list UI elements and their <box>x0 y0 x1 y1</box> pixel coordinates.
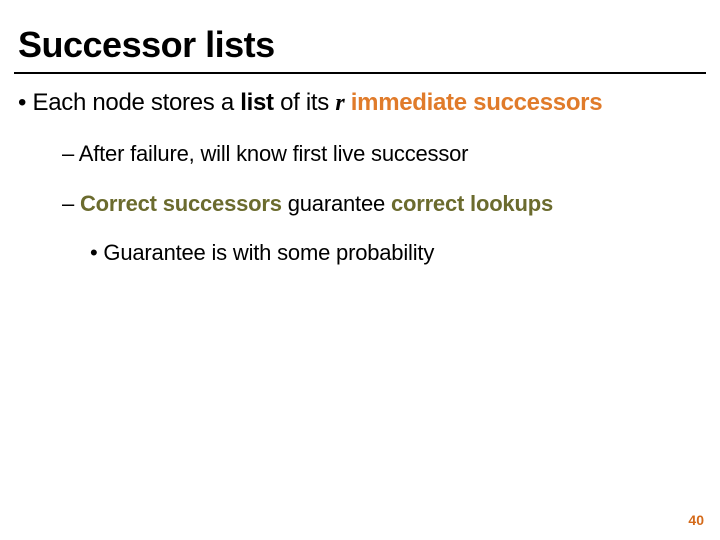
bullet-level1: Each node stores a list of its r immedia… <box>18 88 702 118</box>
sublist: After failure, will know first live succ… <box>62 140 702 217</box>
text: Each node stores a <box>32 89 240 116</box>
slide: Successor lists Each node stores a list … <box>0 0 720 540</box>
page-number: 40 <box>688 512 704 528</box>
text-bold: list <box>240 89 273 116</box>
slide-title: Successor lists <box>18 24 275 66</box>
text: of its <box>274 89 336 116</box>
text-bold-olive: Correct successors <box>80 191 282 216</box>
title-underline <box>14 72 706 74</box>
bullet-level3: Guarantee is with some probability <box>90 239 702 267</box>
text: guarantee <box>282 191 391 216</box>
slide-body: Each node stores a list of its r immedia… <box>18 88 702 289</box>
bullet-level2: After failure, will know first live succ… <box>62 140 702 168</box>
bullet-level2: Correct successors guarantee correct loo… <box>62 190 702 218</box>
text: After failure, will know first live succ… <box>79 141 469 166</box>
text-bold-olive: correct lookups <box>391 191 553 216</box>
text-highlight: immediate successors <box>344 89 602 116</box>
text: Guarantee is with some probability <box>103 240 434 265</box>
